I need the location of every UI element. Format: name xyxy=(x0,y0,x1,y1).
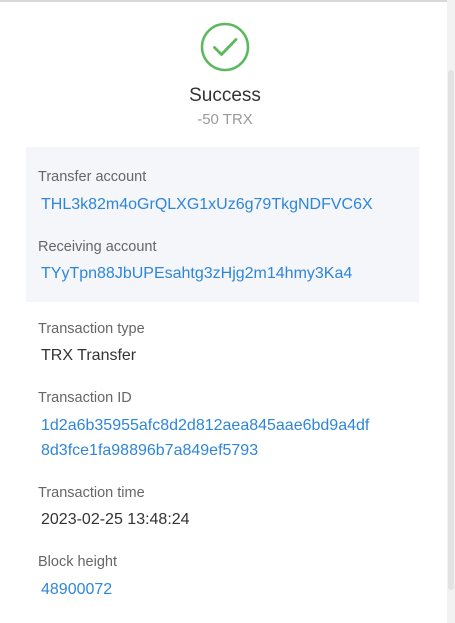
vertical-scrollbar[interactable] xyxy=(447,0,455,623)
transaction-detail-card: Success -50 TRX Transfer account THL3k82… xyxy=(0,0,445,623)
transfer-account-link[interactable]: THL3k82m4oGrQLXG1xUz6g79TkgNDFVC6X xyxy=(41,193,373,216)
check-circle-icon xyxy=(200,22,250,72)
transaction-type-label: Transaction type xyxy=(38,321,145,337)
transaction-id-label: Transaction ID xyxy=(38,390,132,406)
transaction-time-value: 2023-02-25 13:48:24 xyxy=(41,511,190,528)
receiving-account-link[interactable]: TYyTpn88JbUPEsahtg3zHjg2m14hmy3Ka4 xyxy=(41,262,352,285)
status-title: Success xyxy=(189,85,261,106)
transaction-time-label: Transaction time xyxy=(38,485,145,501)
transfer-account-label: Transfer account xyxy=(38,169,147,185)
receiving-account-label: Receiving account xyxy=(38,239,157,255)
transfer-amount: -50 TRX xyxy=(197,111,253,128)
transaction-id-link-line1[interactable]: 1d2a6b35955afc8d2d812aea845aae6bd9a4df xyxy=(41,414,369,437)
block-height-link[interactable]: 48900072 xyxy=(41,578,112,601)
transaction-type-value: TRX Transfer xyxy=(41,347,137,364)
transaction-id-link-line2[interactable]: 8d3fce1fa98896b7a849ef5793 xyxy=(41,439,258,462)
scrollbar-thumb[interactable] xyxy=(448,70,454,590)
block-height-label: Block height xyxy=(38,554,117,570)
